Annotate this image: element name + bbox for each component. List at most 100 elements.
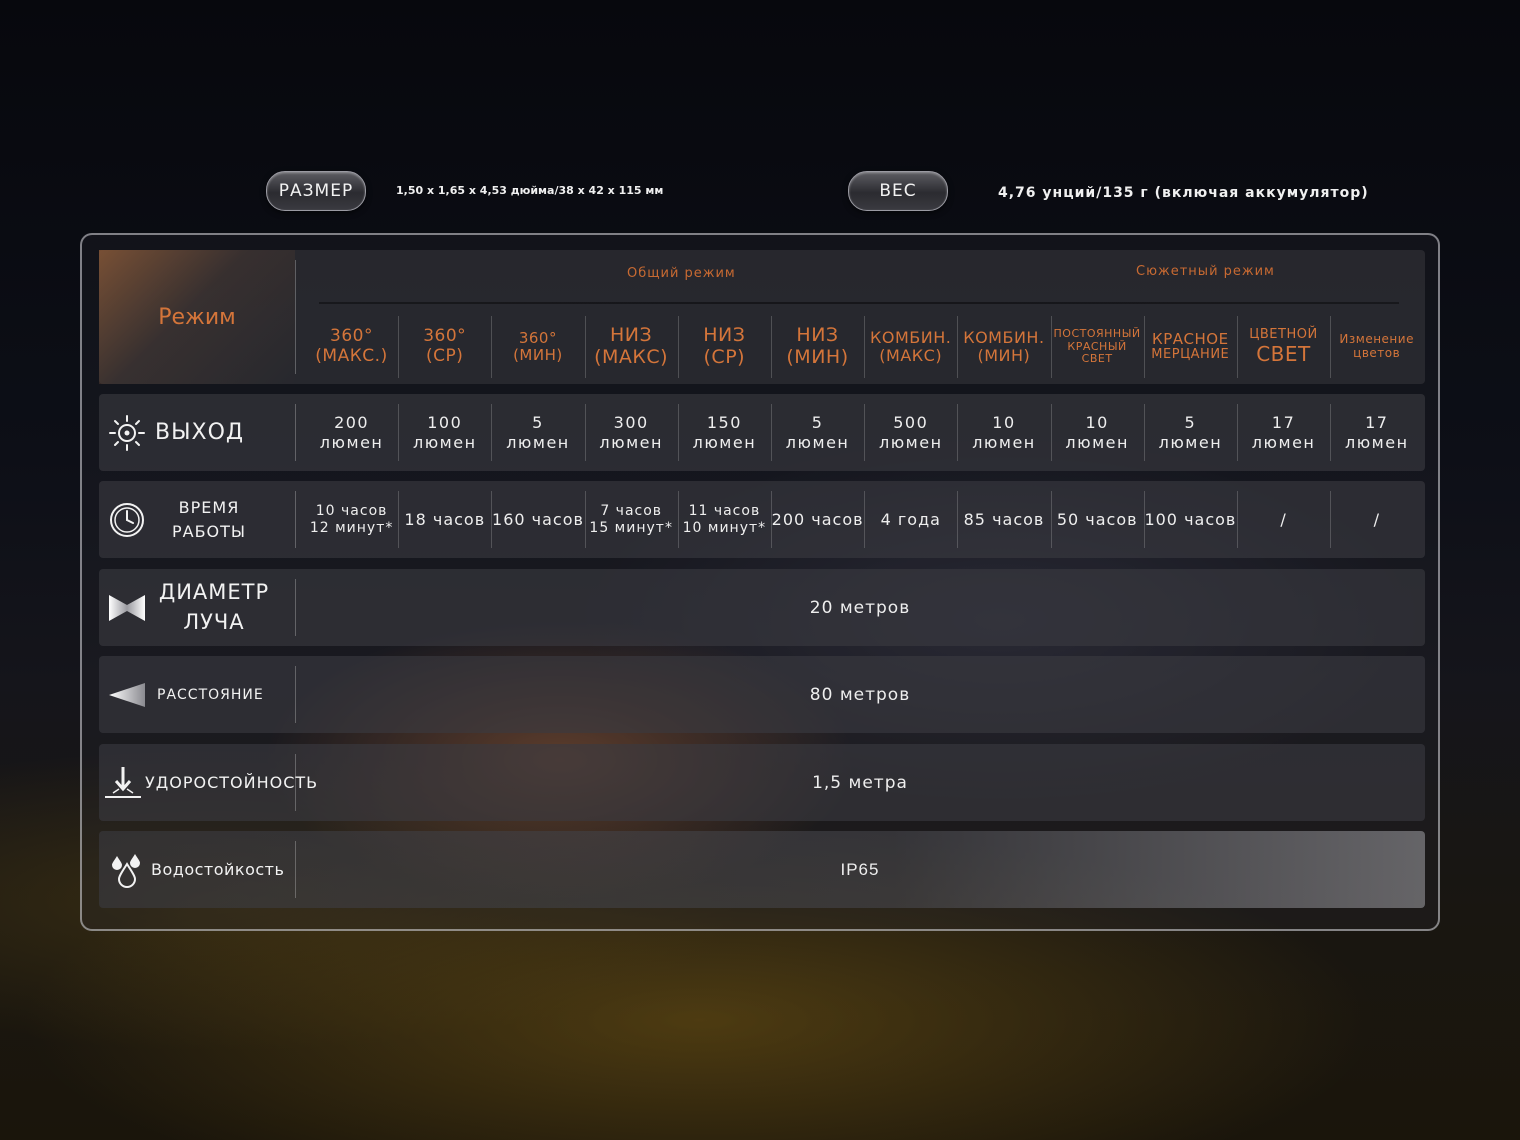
water-row: Водостойкость IP65 [99, 831, 1425, 908]
impact-label: УДОРОСТОЙНОСТЬ [99, 744, 317, 821]
runtime-cell-line: 50 часов [1056, 509, 1138, 529]
output-cell-line: 17 [1271, 413, 1296, 433]
output-cell-line: люмен [506, 432, 570, 452]
column-divider [957, 404, 959, 461]
mode-column-header-line: ЦВЕТНОЙ [1249, 327, 1318, 343]
column-divider [491, 491, 493, 548]
beam-row: ДИАМЕТР ЛУЧА 20 метров [99, 569, 1425, 646]
column-divider [677, 491, 679, 548]
distance-value: 80 метров [809, 684, 911, 705]
output-cell: 200 люмен [301, 394, 402, 471]
output-cell: 10 люмен [1047, 394, 1148, 471]
header-row: Режим Общий режим Сюжетный режим 360° (МА… [99, 250, 1425, 384]
header-divider [319, 302, 1399, 304]
runtime-cell-line: 18 часов [404, 509, 486, 529]
mode-column-header: КОМБИН. (МАКС) [864, 312, 957, 382]
column-divider [1330, 316, 1332, 378]
runtime-cell: 7 часов 15 минут* [581, 481, 682, 558]
drop-impact-icon [103, 763, 143, 803]
mode-column-header: 360° (МИН) [491, 312, 584, 382]
column-divider [491, 316, 493, 378]
column-divider [677, 316, 679, 378]
mode-column-header-line: (МИН) [786, 346, 849, 368]
group-general-label: Общий режим [627, 266, 736, 281]
runtime-cell: 18 часов [394, 481, 495, 558]
column-divider [398, 404, 400, 461]
runtime-cell: 200 часов [767, 481, 868, 558]
runtime-cell-line: 100 часов [1144, 509, 1237, 529]
size-pill: РАЗМЕР [266, 171, 366, 211]
mode-column-header-line: КОМБИН. [963, 327, 1045, 347]
water-value: IP65 [840, 859, 880, 879]
mode-column-header-line: НИЗ [610, 324, 653, 347]
runtime-cell: / [1233, 481, 1334, 558]
output-cell: 500 люмен [860, 394, 961, 471]
beam-angle-icon [105, 591, 149, 625]
output-cell: 150 люмен [674, 394, 775, 471]
output-cell: 17 люмен [1326, 394, 1427, 471]
runtime-cell: 85 часов [953, 481, 1054, 558]
output-cell: 100 люмен [394, 394, 495, 471]
runtime-cell-line: 85 часов [963, 509, 1045, 529]
column-divider [1143, 491, 1145, 548]
column-divider [864, 316, 866, 378]
output-cell-line: люмен [692, 432, 757, 452]
size-label: РАЗМЕР [278, 181, 354, 201]
beam-value: 20 метров [809, 597, 911, 618]
column-divider [584, 316, 586, 378]
output-cell: 300 люмен [581, 394, 682, 471]
column-divider [957, 491, 959, 548]
mode-column-header-line: 360° [330, 326, 373, 347]
mode-column-header-line: (МАКС.) [315, 346, 388, 366]
mode-column-header: Изменение цветов [1330, 312, 1423, 382]
column-divider [957, 316, 959, 378]
impact-value: 1,5 метра [812, 772, 908, 793]
runtime-cell: 50 часов [1047, 481, 1148, 558]
mode-label: Режим [99, 250, 295, 384]
mode-column-header-line: 360° [518, 328, 557, 347]
mode-column-header: 360° (МАКС.) [305, 312, 398, 382]
runtime-cell-line: 11 часов [688, 502, 761, 519]
mode-column-header-line: ПОСТОЯННЫЙ [1053, 327, 1141, 341]
output-cell-line: люмен [412, 432, 477, 452]
column-divider [491, 404, 493, 461]
runtime-cell-line: 7 часов [600, 502, 663, 519]
column-divider [584, 491, 586, 548]
mode-column-header: ПОСТОЯННЫЙ КРАСНЫЙ СВЕТ [1051, 312, 1144, 382]
beam-label-line2: ЛУЧА [183, 609, 245, 634]
column-divider [1143, 316, 1145, 378]
mode-column-header: НИЗ (МАКС) [585, 312, 678, 382]
beam-label-line1: ДИАМЕТР [158, 580, 270, 605]
column-divider [398, 316, 400, 378]
weight-pill: ВЕС [848, 171, 948, 211]
output-cell-line: 5 [811, 413, 824, 433]
beam-label: ДИАМЕТР ЛУЧА [99, 569, 295, 646]
runtime-cell-line: 160 часов [492, 509, 584, 529]
runtime-cell-line: / [1280, 509, 1287, 529]
beam-label-text: ДИАМЕТР ЛУЧА [149, 578, 279, 637]
mode-column-header-line: (МАКС) [594, 346, 669, 368]
mode-column-header-line: 360° [423, 326, 467, 347]
runtime-label: ВРЕМЯ РАБОТЫ [99, 481, 295, 558]
runtime-row: ВРЕМЯ РАБОТЫ 10 часов 12 минут* 18 часов 16… [99, 481, 1425, 558]
divider [295, 491, 296, 548]
mode-column-header-line: КРАСНОЕ [1152, 329, 1229, 348]
column-divider [1330, 491, 1332, 548]
output-cell: 5 люмен [487, 394, 588, 471]
output-row: ВЫХОД 200 люмен 100 люмен 5 люмен 300 люмен 150 л… [99, 394, 1425, 471]
column-divider [771, 316, 772, 378]
column-divider [864, 491, 866, 548]
output-cell-line: люмен [1065, 432, 1129, 452]
column-divider [584, 404, 586, 461]
divider [295, 404, 296, 461]
water-label-text: Водостойкость [151, 860, 285, 879]
distance-label-text: РАССТОЯНИЕ [157, 686, 264, 703]
output-cell-line: люмен [1344, 432, 1409, 452]
clock-icon [105, 501, 149, 539]
output-cell-line: люмен [972, 432, 1036, 452]
mode-column-header-line: (МИН) [513, 346, 563, 364]
mode-column-header-line: (СР) [703, 346, 746, 368]
mode-column-header: 360° (СР) [398, 312, 491, 382]
output-cell-line: 100 [427, 413, 463, 433]
output-cell-line: люмен [878, 432, 943, 452]
